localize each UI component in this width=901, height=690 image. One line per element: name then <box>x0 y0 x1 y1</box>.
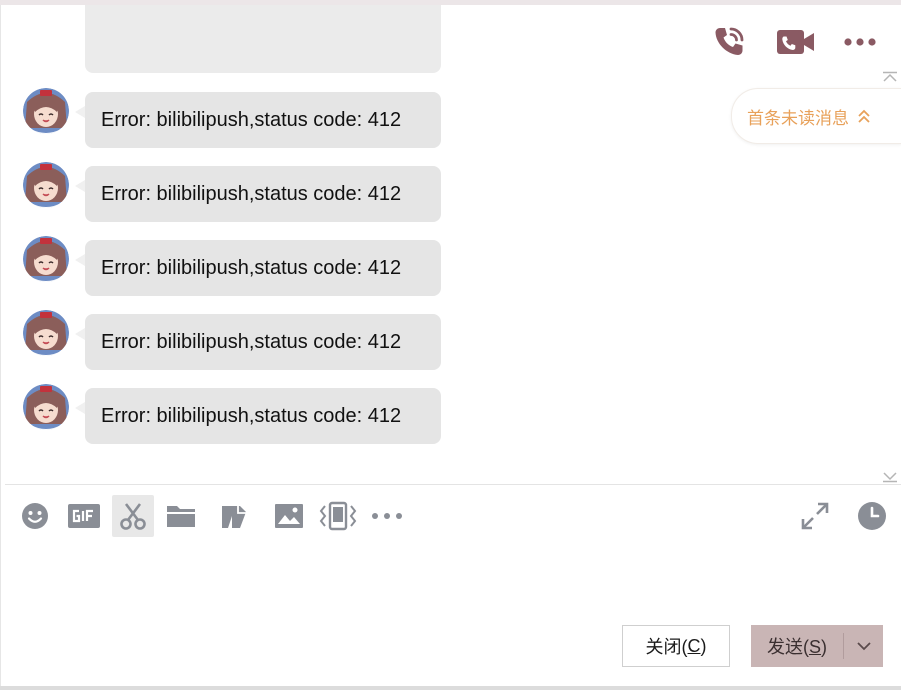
scroll-up-icon[interactable] <box>881 70 899 82</box>
message-row: Error: bilibilipush,status code: 412 <box>5 310 505 374</box>
message-bubble: Error: bilibilipush,status code: 412 <box>85 92 441 148</box>
message-bubble: Error: bilibilipush,status code: 412 <box>85 388 441 444</box>
expand-icon[interactable] <box>794 495 836 537</box>
avatar[interactable] <box>23 88 69 134</box>
bubble-tail <box>75 180 85 192</box>
close-button[interactable]: 关闭(C) <box>622 625 730 667</box>
close-button-hotkey: C <box>687 635 701 656</box>
window-bottom-edge <box>0 686 901 690</box>
avatar[interactable] <box>23 310 69 356</box>
message-bubble: Error: bilibilipush,status code: 412 <box>85 166 441 222</box>
first-unread-button[interactable]: 首条未读消息 <box>731 88 901 144</box>
avatar[interactable] <box>23 384 69 430</box>
message-row: Error: bilibilipush,status code: 412 <box>5 236 505 300</box>
send-label-end: ) <box>821 637 827 657</box>
send-label-text: 发送( <box>766 637 809 657</box>
double-chevron-up-icon <box>857 108 871 124</box>
message-bubble: Error: bilibilipush,status code: 412 <box>85 240 441 296</box>
bubble-tail <box>75 254 85 266</box>
input-toolbar <box>0 490 901 542</box>
message-list[interactable]: Error: bilibilipush,status code: 412 Err… <box>5 5 901 483</box>
message-bubble: Error: bilibilipush,status code: 412 <box>85 314 441 370</box>
close-button-label: 关闭( <box>645 637 688 657</box>
send-button[interactable]: 发送(S) <box>751 625 883 667</box>
shake-icon[interactable] <box>317 495 359 537</box>
clock-icon[interactable] <box>851 495 893 537</box>
bubble-tail <box>75 402 85 414</box>
emoji-icon[interactable] <box>14 495 56 537</box>
send-options-chevron-down-icon[interactable] <box>844 625 883 667</box>
avatar[interactable] <box>23 162 69 208</box>
send-button-hotkey: S <box>808 637 821 657</box>
bubble-tail <box>75 106 85 118</box>
gif-icon[interactable] <box>63 495 105 537</box>
first-unread-label: 首条未读消息 <box>747 108 849 128</box>
image-icon[interactable] <box>268 495 310 537</box>
message-row: Error: bilibilipush,status code: 412 <box>5 162 505 226</box>
more-dots-icon[interactable] <box>366 495 408 537</box>
message-row: Error: bilibilipush,status code: 412 <box>5 88 505 152</box>
send-button-label: 发送(S) <box>751 633 843 659</box>
bubble-tail <box>75 328 85 340</box>
message-input[interactable] <box>5 545 901 615</box>
close-button-label-end: ) <box>700 635 707 656</box>
doc-icon[interactable] <box>213 495 255 537</box>
message-bubble-partial <box>85 5 441 73</box>
message-row: Error: bilibilipush,status code: 412 <box>5 384 505 448</box>
scissors-icon[interactable] <box>112 495 154 537</box>
folder-icon[interactable] <box>160 495 202 537</box>
avatar[interactable] <box>23 236 69 282</box>
input-divider <box>5 484 901 485</box>
scroll-down-icon[interactable] <box>881 470 899 483</box>
window-left-edge <box>0 5 1 690</box>
